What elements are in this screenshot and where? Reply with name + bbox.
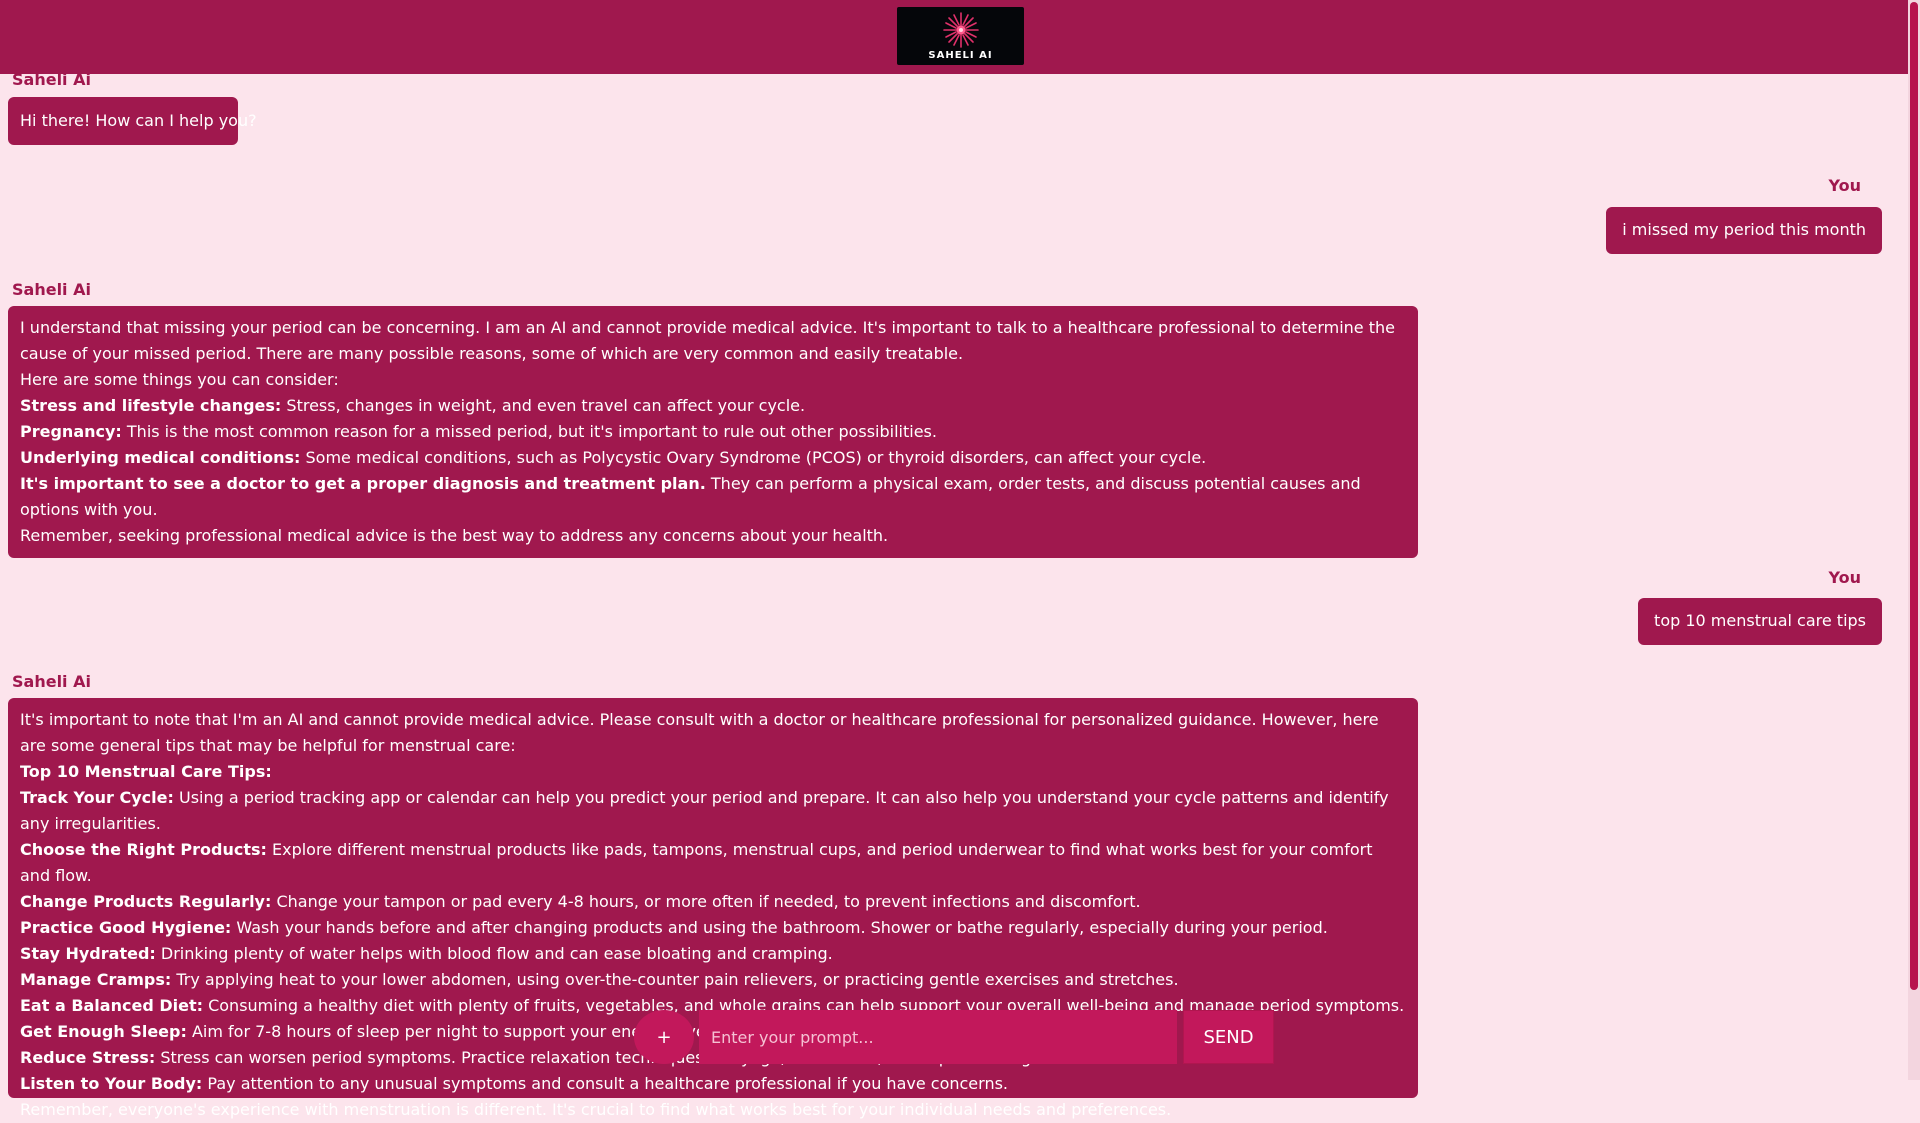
message-line: Remember, seeking professional medical a… bbox=[20, 526, 889, 545]
send-button[interactable]: SEND bbox=[1183, 1010, 1274, 1064]
scrollbar-thumb[interactable] bbox=[1910, 2, 1918, 990]
logo-text: SAHELI AI bbox=[928, 50, 993, 61]
message-text: Hi there! How can I help you? bbox=[20, 111, 257, 130]
message-line: Track Your Cycle: Using a period trackin… bbox=[20, 788, 1389, 833]
message-line: Manage Cramps: Try applying heat to your… bbox=[20, 970, 1179, 989]
message-line: Change Products Regularly: Change your t… bbox=[20, 892, 1141, 911]
saheli-logo[interactable]: SAHELI AI bbox=[897, 7, 1024, 65]
message-line: It's important to note that I'm an AI an… bbox=[20, 710, 1379, 755]
message-line: Remember, everyone's experience with men… bbox=[20, 1100, 1172, 1119]
sender-label-bot: Saheli Ai bbox=[12, 280, 91, 299]
bot-message-bubble: I understand that missing your period ca… bbox=[8, 306, 1418, 558]
chat-area: Saheli Ai Hi there! How can I help you? … bbox=[0, 0, 1908, 1119]
app-header: SAHELI AI bbox=[0, 0, 1908, 74]
sender-label-user: You bbox=[1828, 568, 1862, 587]
message-line: Stress and lifestyle changes: Stress, ch… bbox=[20, 396, 806, 415]
message-line: Underlying medical conditions: Some medi… bbox=[20, 448, 1207, 467]
scrollbar-track[interactable] bbox=[1908, 0, 1920, 1080]
message-line: Stay Hydrated: Drinking plenty of water … bbox=[20, 944, 833, 963]
flower-logo-icon bbox=[942, 12, 979, 48]
message-line: Listen to Your Body: Pay attention to an… bbox=[20, 1074, 1008, 1093]
user-message-bubble: top 10 menstrual care tips bbox=[1638, 598, 1882, 645]
attach-plus-button[interactable]: + bbox=[634, 1010, 694, 1064]
message-line: It's important to see a doctor to get a … bbox=[20, 474, 1361, 519]
message-line: Choose the Right Products: Explore diffe… bbox=[20, 840, 1373, 885]
message-line: Pregnancy: This is the most common reaso… bbox=[20, 422, 937, 441]
message-text: top 10 menstrual care tips bbox=[1654, 611, 1866, 630]
message-line: Top 10 Menstrual Care Tips: bbox=[20, 762, 272, 781]
user-message-bubble: i missed my period this month bbox=[1606, 207, 1882, 254]
bot-message-bubble: Hi there! How can I help you? bbox=[8, 97, 257, 145]
prompt-input[interactable] bbox=[699, 1010, 1177, 1064]
prompt-composer: + SEND bbox=[634, 1010, 1274, 1064]
sender-label-user: You bbox=[1828, 176, 1862, 195]
sender-label-bot: Saheli Ai bbox=[12, 672, 91, 691]
message-line: Practice Good Hygiene: Wash your hands b… bbox=[20, 918, 1328, 937]
message-line: Here are some things you can consider: bbox=[20, 370, 339, 389]
message-line: I understand that missing your period ca… bbox=[20, 318, 1395, 363]
message-text: i missed my period this month bbox=[1622, 220, 1866, 239]
